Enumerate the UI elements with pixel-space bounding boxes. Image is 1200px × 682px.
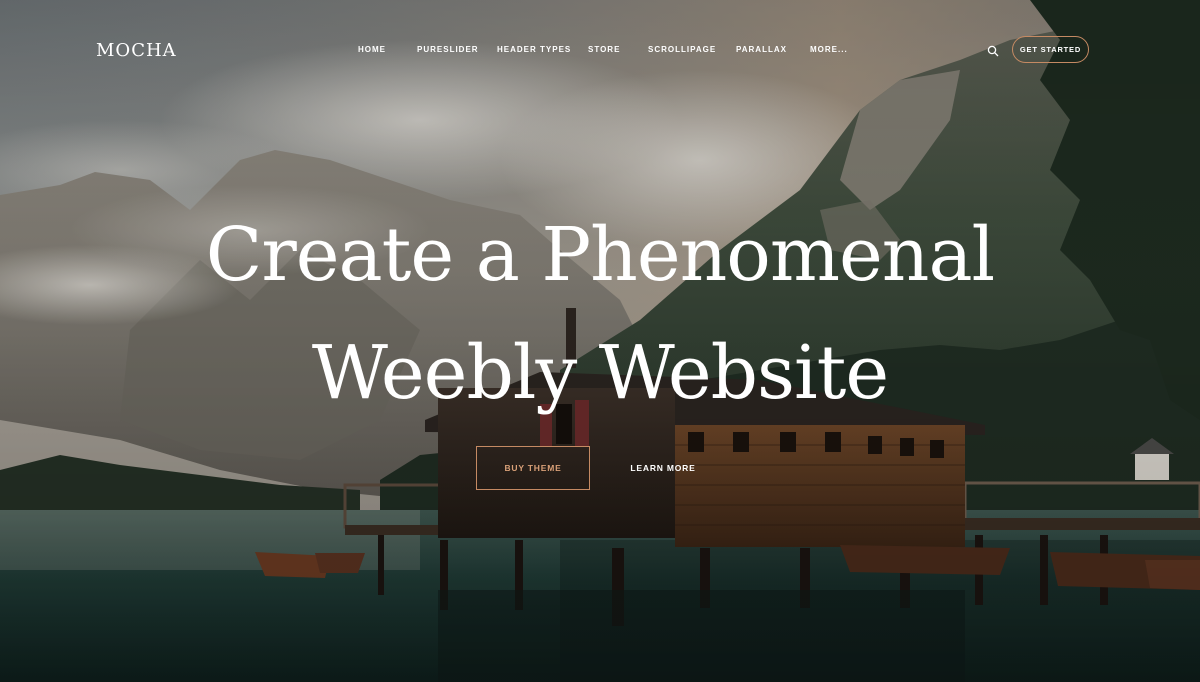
search-icon[interactable] [987,45,999,57]
nav-item-parallax[interactable]: PARALLAX [736,45,787,54]
buy-theme-button[interactable]: BUY THEME [476,446,590,490]
nav-item-scrollipage[interactable]: SCROLLIPAGE [648,45,716,54]
nav-item-more[interactable]: MORE... [810,45,848,54]
hero-headline-line-2: Weebly Website [311,330,889,416]
learn-more-button[interactable]: LEARN MORE [620,446,706,490]
get-started-button[interactable]: GET STARTED [1012,36,1089,63]
hero-section: MOCHA HOME PURESLIDER HEADER TYPES STORE… [0,0,1200,682]
nav-item-home[interactable]: HOME [358,45,386,54]
site-header: MOCHA HOME PURESLIDER HEADER TYPES STORE… [0,0,1200,100]
nav-item-store[interactable]: STORE [588,45,620,54]
nav-item-pureslider[interactable]: PURESLIDER [417,45,479,54]
hero-headline: Create a Phenomenal Weebly Website [100,196,1100,432]
hero-headline-line-1: Create a Phenomenal [205,212,995,298]
nav-item-header-types[interactable]: HEADER TYPES [497,45,571,54]
